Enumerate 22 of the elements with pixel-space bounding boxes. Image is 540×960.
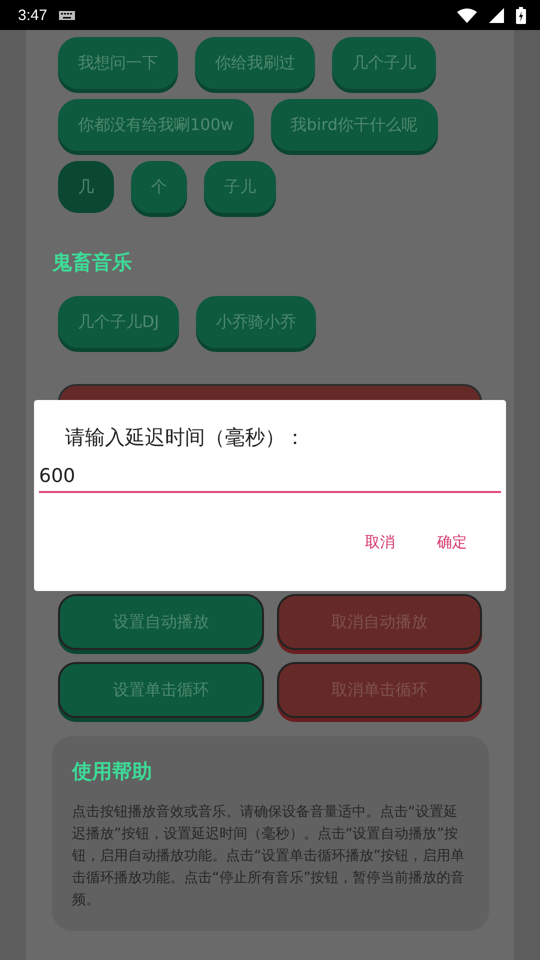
sound-button[interactable]: 个 (131, 161, 187, 213)
sound-button[interactable]: 子儿 (204, 161, 276, 213)
delay-input-field[interactable]: 600 (39, 461, 501, 493)
sound-button[interactable]: 你给我刷过 (195, 37, 315, 89)
keyboard-icon (59, 10, 76, 20)
battery-icon (516, 6, 526, 24)
sound-button[interactable]: 几个子儿DJ (58, 296, 180, 348)
help-text: 点击按钮播放音效或音乐。请确保设备音量适中。点击“设置延迟播放”按钮，设置延迟时间（毫秒）。点击“设置自动播放”按钮，启用自动播放功能。点击“设置单击循环播放”按钮，启用单击循环播放功能。点击“停止所有音乐”按钮，暂停当前播放的音频。 (72, 803, 466, 910)
wifi-icon (457, 8, 477, 22)
sound-button[interactable]: 小乔骑小乔 (196, 296, 316, 348)
dialog-title: 请输入延迟时间（毫秒）： (65, 424, 306, 451)
sound-button[interactable]: 我bird你干什么呢 (270, 99, 438, 151)
sound-button[interactable]: 几 (58, 161, 114, 213)
status-time: 3:47 (18, 6, 48, 24)
signal-icon (489, 8, 504, 22)
sound-button[interactable]: 你都没有给我唰100w (58, 99, 254, 151)
sound-button[interactable]: 几个子儿 (332, 37, 436, 89)
sound-button[interactable]: 我想问一下 (58, 37, 178, 89)
dialog-button[interactable]: 取消 (355, 527, 405, 558)
dialog-button[interactable]: 确定 (427, 527, 477, 558)
section-title: 鬼畜音乐 (52, 249, 133, 276)
help-title: 使用帮助 (72, 758, 153, 785)
